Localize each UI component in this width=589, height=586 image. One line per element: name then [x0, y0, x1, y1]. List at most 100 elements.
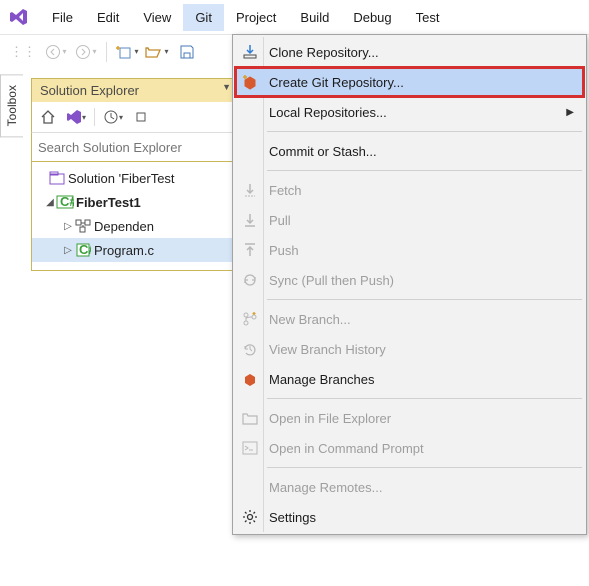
- solution-tree: Solution 'FiberTest ◢ C# FiberTest1 ▷ De…: [31, 162, 236, 271]
- remotes-icon: [239, 476, 261, 498]
- home-button[interactable]: [36, 105, 60, 129]
- tree-label: Solution 'FiberTest: [68, 171, 175, 186]
- menu-item-label: Manage Remotes...: [269, 480, 584, 495]
- grip-icon: ⋮⋮: [10, 44, 36, 60]
- menu-item-label: Sync (Pull then Push): [269, 273, 584, 288]
- menu-separator: [267, 398, 582, 399]
- menu-item-local-repositories[interactable]: Local Repositories...▶: [235, 97, 584, 127]
- nav-back-button[interactable]: ▾: [42, 38, 70, 66]
- solution-search-input[interactable]: [32, 140, 235, 155]
- settings-icon: [239, 506, 261, 528]
- solution-explorer-title: Solution Explorer ▼: [31, 78, 236, 102]
- switch-views-button[interactable]: ▾: [64, 105, 88, 129]
- vs-logo: [8, 6, 30, 28]
- menu-test[interactable]: Test: [404, 4, 452, 31]
- toolbar-separator: [94, 108, 95, 126]
- commit-icon: [239, 140, 261, 162]
- pending-changes-button[interactable]: ▾: [101, 105, 125, 129]
- history-icon: [239, 338, 261, 360]
- menu-project[interactable]: Project: [224, 4, 288, 31]
- menu-build[interactable]: Build: [288, 4, 341, 31]
- menu-item-push: Push: [235, 235, 584, 265]
- new-item-button[interactable]: ▾: [113, 38, 141, 66]
- expand-arrow-icon[interactable]: ▷: [62, 221, 74, 232]
- collapse-arrow-icon[interactable]: ◢: [44, 197, 56, 208]
- tree-label: FiberTest1: [76, 195, 141, 210]
- menu-item-clone-repository[interactable]: Clone Repository...: [235, 37, 584, 67]
- menu-item-label: Push: [269, 243, 584, 258]
- menu-item-manage-remotes: Manage Remotes...: [235, 472, 584, 502]
- sync-button[interactable]: [129, 105, 153, 129]
- solution-search[interactable]: [31, 132, 236, 162]
- pull-icon: [239, 209, 261, 231]
- solution-explorer-panel: Solution Explorer ▼ ▾ ▾ Solution 'FiberT…: [31, 78, 236, 586]
- explorer-icon: [239, 407, 261, 429]
- tree-file-node[interactable]: ▷ C# Program.c: [32, 238, 235, 262]
- prompt-icon: [239, 437, 261, 459]
- menu-item-pull: Pull: [235, 205, 584, 235]
- menubar: FileEditViewGitProjectBuildDebugTest: [0, 0, 589, 34]
- fetch-icon: [239, 179, 261, 201]
- menu-item-open-in-command-prompt: Open in Command Prompt: [235, 433, 584, 463]
- solution-explorer-toolbar: ▾ ▾: [31, 102, 236, 132]
- menu-item-manage-branches[interactable]: Manage Branches: [235, 364, 584, 394]
- panel-title-text: Solution Explorer: [40, 83, 139, 98]
- menu-view[interactable]: View: [131, 4, 183, 31]
- tree-dependencies-node[interactable]: ▷ Dependen: [32, 214, 235, 238]
- menu-item-label: Pull: [269, 213, 584, 228]
- push-icon: [239, 239, 261, 261]
- git-menu-dropdown: Clone Repository... Create Git Repository…: [232, 34, 587, 535]
- menu-item-label: Create Git Repository...: [269, 75, 584, 90]
- menu-edit[interactable]: Edit: [85, 4, 131, 31]
- menu-file[interactable]: File: [40, 4, 85, 31]
- menu-item-open-in-file-explorer: Open in File Explorer: [235, 403, 584, 433]
- menu-separator: [267, 170, 582, 171]
- menu-item-label: Open in Command Prompt: [269, 441, 584, 456]
- menu-item-label: Commit or Stash...: [269, 144, 584, 159]
- menu-item-sync-pull-then-push: Sync (Pull then Push): [235, 265, 584, 295]
- menu-separator: [267, 131, 582, 132]
- menu-item-label: Manage Branches: [269, 372, 584, 387]
- dependencies-icon: [74, 219, 92, 233]
- expand-arrow-icon[interactable]: ▷: [62, 245, 74, 256]
- menu-item-new-branch: New Branch...: [235, 304, 584, 334]
- tree-project-node[interactable]: ◢ C# FiberTest1: [32, 190, 235, 214]
- save-button[interactable]: [173, 38, 201, 66]
- menu-item-label: Open in File Explorer: [269, 411, 584, 426]
- solution-icon: [48, 171, 66, 185]
- svg-text:C#: C#: [79, 243, 91, 257]
- menu-item-label: Local Repositories...: [269, 105, 584, 120]
- submenu-arrow-icon: ▶: [566, 107, 574, 118]
- menu-item-view-branch-history: View Branch History: [235, 334, 584, 364]
- menu-item-commit-or-stash[interactable]: Commit or Stash...: [235, 136, 584, 166]
- menu-item-label: New Branch...: [269, 312, 584, 327]
- csharp-file-icon: C#: [74, 243, 92, 257]
- menu-debug[interactable]: Debug: [341, 4, 403, 31]
- open-button[interactable]: ▾: [143, 38, 171, 66]
- menu-item-settings[interactable]: Settings: [235, 502, 584, 532]
- clone-icon: [239, 41, 261, 63]
- nav-forward-button[interactable]: ▾: [72, 38, 100, 66]
- menu-git[interactable]: Git: [183, 4, 224, 31]
- sync-icon: [239, 269, 261, 291]
- menu-separator: [267, 467, 582, 468]
- menu-item-create-git-repository[interactable]: Create Git Repository...: [235, 67, 584, 97]
- svg-text:C#: C#: [60, 195, 74, 209]
- panel-dropdown-icon[interactable]: ▼: [222, 82, 231, 92]
- tree-label: Dependen: [94, 219, 154, 234]
- tree-label: Program.c: [94, 243, 154, 258]
- menu-item-label: Settings: [269, 510, 584, 525]
- menu-item-label: Clone Repository...: [269, 45, 584, 60]
- menu-item-fetch: Fetch: [235, 175, 584, 205]
- manage-branches-icon: [239, 368, 261, 390]
- create-repo-icon: [239, 71, 261, 93]
- toolbox-tab[interactable]: Toolbox: [0, 74, 23, 137]
- toolbar-separator: [106, 42, 107, 62]
- tree-solution-node[interactable]: Solution 'FiberTest: [32, 166, 235, 190]
- menu-item-label: Fetch: [269, 183, 584, 198]
- menu-item-label: View Branch History: [269, 342, 584, 357]
- menu-separator: [267, 299, 582, 300]
- new-branch-icon: [239, 308, 261, 330]
- local-repos-icon: [239, 101, 261, 123]
- csharp-project-icon: C#: [56, 195, 74, 209]
